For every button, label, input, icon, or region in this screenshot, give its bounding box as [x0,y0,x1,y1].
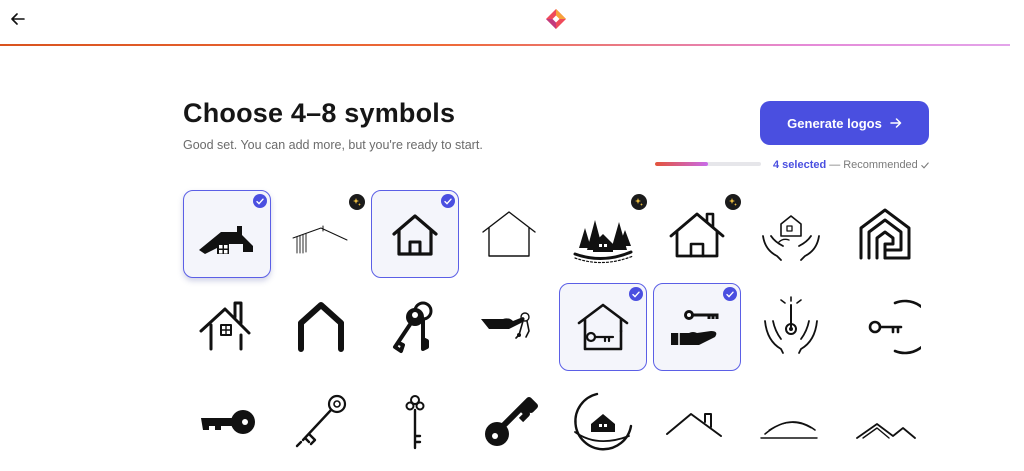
selected-check-icon [253,194,267,208]
house-with-key-icon [577,303,629,351]
symbol-tile-house-with-key[interactable] [559,283,647,371]
selection-status: 4 selected — Recommended [773,159,929,171]
symbol-tile-house-with-chimney-door[interactable] [653,190,741,278]
symbol-tile-bold-roof-frame[interactable] [277,283,365,371]
hand-holding-keys-icon [481,312,530,339]
arrow-right-icon [890,118,902,128]
bold-key-diagonal-icon [485,397,538,446]
selection-progress-bar [655,162,761,166]
premium-sparkle-icon [349,194,365,210]
symbol-tile-nested-house-outline[interactable] [841,190,929,278]
symbol-tile-hands-with-thermometer[interactable] [747,283,835,371]
symbol-tile-hill-lines[interactable] [747,378,835,466]
back-button[interactable] [8,9,28,29]
roof-house-windows-icon [199,226,253,254]
brand-logo [546,9,566,29]
symbol-tile-hand-holding-key[interactable] [653,283,741,371]
symbol-tile-key-in-circle[interactable] [841,283,929,371]
symbol-tile-house-outline-thin[interactable] [465,190,553,278]
hands-holding-house-icon [762,215,820,261]
solid-key-icon [201,410,255,434]
symbol-tile-house-outline-bold[interactable] [371,190,459,278]
page-subtitle: Good set. You can add more, but you're r… [183,138,483,152]
page-title: Choose 4–8 symbols [183,98,456,128]
symbol-tile-roof-line-chimney[interactable] [653,378,741,466]
symbol-tile-thin-line-roof[interactable] [277,190,365,278]
recommended-label: Recommended [843,159,918,171]
hands-with-thermometer-icon [764,296,818,354]
vintage-key-diagonal-icon [295,394,347,448]
premium-sparkle-icon [631,194,647,210]
selected-check-icon [629,287,643,301]
hand-holding-key-icon [671,310,719,345]
symbol-tile-roof-house-windows[interactable] [183,190,271,278]
double-roof-lines-icon [856,423,916,439]
generate-logos-button[interactable]: Generate logos [760,101,929,145]
selection-progress-fill [655,162,708,166]
thin-line-roof-icon [292,225,348,254]
key-in-circle-icon [868,299,921,355]
house-with-chimney-door-icon [669,212,725,258]
arrow-left-icon [11,13,25,25]
selected-count: 4 selected [773,159,827,171]
check-small-icon [921,161,929,169]
roof-line-chimney-icon [666,413,722,437]
symbol-tile-house-in-pine-forest[interactable] [559,190,647,278]
bold-roof-frame-icon [298,302,344,352]
symbol-tile-roof-chimney-window[interactable] [183,283,271,371]
selected-check-icon [441,194,455,208]
premium-sparkle-icon [725,194,741,210]
vintage-key-vertical-icon [405,395,425,450]
symbol-tile-hand-holding-keys[interactable] [465,283,553,371]
selected-check-icon [723,287,737,301]
nested-house-outline-icon [859,208,911,260]
symbol-tile-solid-key[interactable] [183,378,271,466]
separator: — [829,159,841,171]
hill-lines-icon [760,421,818,439]
symbol-tile-hands-holding-house[interactable] [747,190,835,278]
house-in-circle-swoosh-icon [574,392,633,451]
house-in-pine-forest-icon [573,220,634,264]
roof-chimney-window-icon [199,301,251,351]
symbol-tile-vintage-key-vertical[interactable] [371,378,459,466]
generate-logos-label: Generate logos [787,115,882,131]
symbol-tile-house-in-circle-swoosh[interactable] [559,378,647,466]
house-outline-thin-icon [482,211,536,257]
symbol-tile-double-roof-lines[interactable] [841,378,929,466]
symbol-tile-bold-key-diagonal[interactable] [465,378,553,466]
symbol-tile-key-pair[interactable] [371,283,459,371]
top-bar [0,0,1024,46]
symbol-tile-vintage-key-diagonal[interactable] [277,378,365,466]
header-progress-line [0,44,1010,46]
key-pair-icon [393,301,433,353]
house-outline-bold-icon [392,214,438,256]
